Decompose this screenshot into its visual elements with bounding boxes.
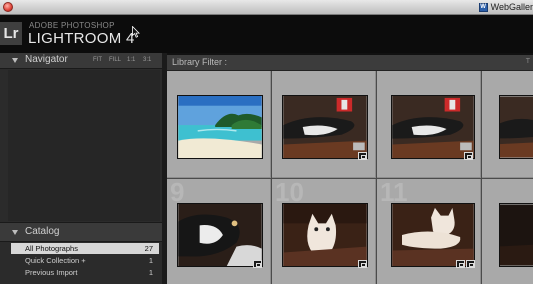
- zoom-fill-option[interactable]: FILL: [109, 57, 121, 63]
- metadata-badge-icon[interactable]: [358, 152, 367, 160]
- cat-sleeping-photo-thumbnail[interactable]: [282, 95, 368, 159]
- cat-sleeping-photo-thumbnail[interactable]: [391, 95, 475, 159]
- library-filter-bar[interactable]: Library Filter : T: [167, 55, 533, 71]
- metadata-badge-icon[interactable]: [466, 260, 475, 268]
- web-gallery-menu-item[interactable]: W WebGaller: [478, 1, 533, 13]
- window-title-bar: W WebGaller: [0, 0, 533, 15]
- grid-cell[interactable]: 10: [272, 179, 376, 284]
- grid-cell[interactable]: 11: [377, 179, 481, 284]
- filter-text-option[interactable]: T: [526, 58, 530, 65]
- library-filter-label: Library Filter :: [172, 57, 228, 67]
- grid-cell[interactable]: [377, 71, 481, 178]
- grid-cell[interactable]: [482, 71, 533, 178]
- grid-cell[interactable]: 9: [167, 179, 271, 284]
- photo-grid[interactable]: 9 10 11: [167, 71, 533, 284]
- catalog-item-previous-import[interactable]: Previous Import 1: [11, 267, 159, 278]
- metadata-badge-icon[interactable]: [456, 260, 465, 268]
- mouse-pointer-icon: [132, 26, 140, 38]
- metadata-badge-icon[interactable]: [358, 260, 367, 268]
- web-gallery-label: WebGaller: [490, 2, 533, 12]
- collapse-triangle-icon[interactable]: [12, 58, 18, 63]
- catalog-item-label: Quick Collection +: [25, 256, 86, 265]
- beach-photo-thumbnail[interactable]: [177, 95, 263, 159]
- metadata-badge-icon[interactable]: [253, 260, 262, 268]
- navigator-header[interactable]: Navigator FIT FILL 1:1 3:1: [0, 53, 162, 69]
- catalog-item-label: All Photographs: [25, 244, 78, 253]
- lightroom-logo: Lr: [0, 22, 22, 45]
- grid-cell[interactable]: [167, 71, 271, 178]
- catalog-item-count: 27: [144, 244, 153, 253]
- catalog-title: Catalog: [25, 226, 60, 237]
- zoom-3to1-option[interactable]: 3:1: [143, 57, 151, 63]
- collapse-triangle-icon[interactable]: [12, 230, 18, 235]
- product-name-label: LIGHTROOM 4: [28, 30, 135, 47]
- catalog-header[interactable]: Catalog: [0, 222, 162, 242]
- zoom-1to1-option[interactable]: 1:1: [127, 57, 135, 63]
- catalog-item-all-photographs[interactable]: All Photographs 27: [11, 243, 159, 254]
- cat-lying-photo-thumbnail[interactable]: [177, 203, 263, 267]
- catalog-item-label: Previous Import: [25, 268, 78, 277]
- catalog-item-quick-collection[interactable]: Quick Collection + 1: [11, 255, 159, 266]
- catalog-item-count: 1: [148, 256, 153, 265]
- kitten-lying-photo-thumbnail[interactable]: [391, 203, 475, 267]
- close-window-button[interactable]: [3, 2, 13, 12]
- grid-cell[interactable]: [482, 179, 533, 284]
- navigator-preview[interactable]: [8, 70, 160, 221]
- partial-photo-thumbnail[interactable]: [499, 203, 533, 267]
- navigator-title: Navigator: [25, 54, 68, 65]
- kitten-sitting-photo-thumbnail[interactable]: [282, 203, 368, 267]
- zoom-fit-option[interactable]: FIT: [93, 57, 102, 63]
- metadata-badge-icon[interactable]: [464, 152, 473, 160]
- product-line-label: ADOBE PHOTOSHOP: [29, 21, 115, 30]
- catalog-item-count: 1: [148, 268, 153, 277]
- grid-cell[interactable]: [272, 71, 376, 178]
- left-panel: Navigator FIT FILL 1:1 3:1 Catalog All P…: [0, 53, 162, 284]
- web-gallery-icon: W: [478, 2, 488, 12]
- cat-partial-photo-thumbnail[interactable]: [499, 95, 533, 159]
